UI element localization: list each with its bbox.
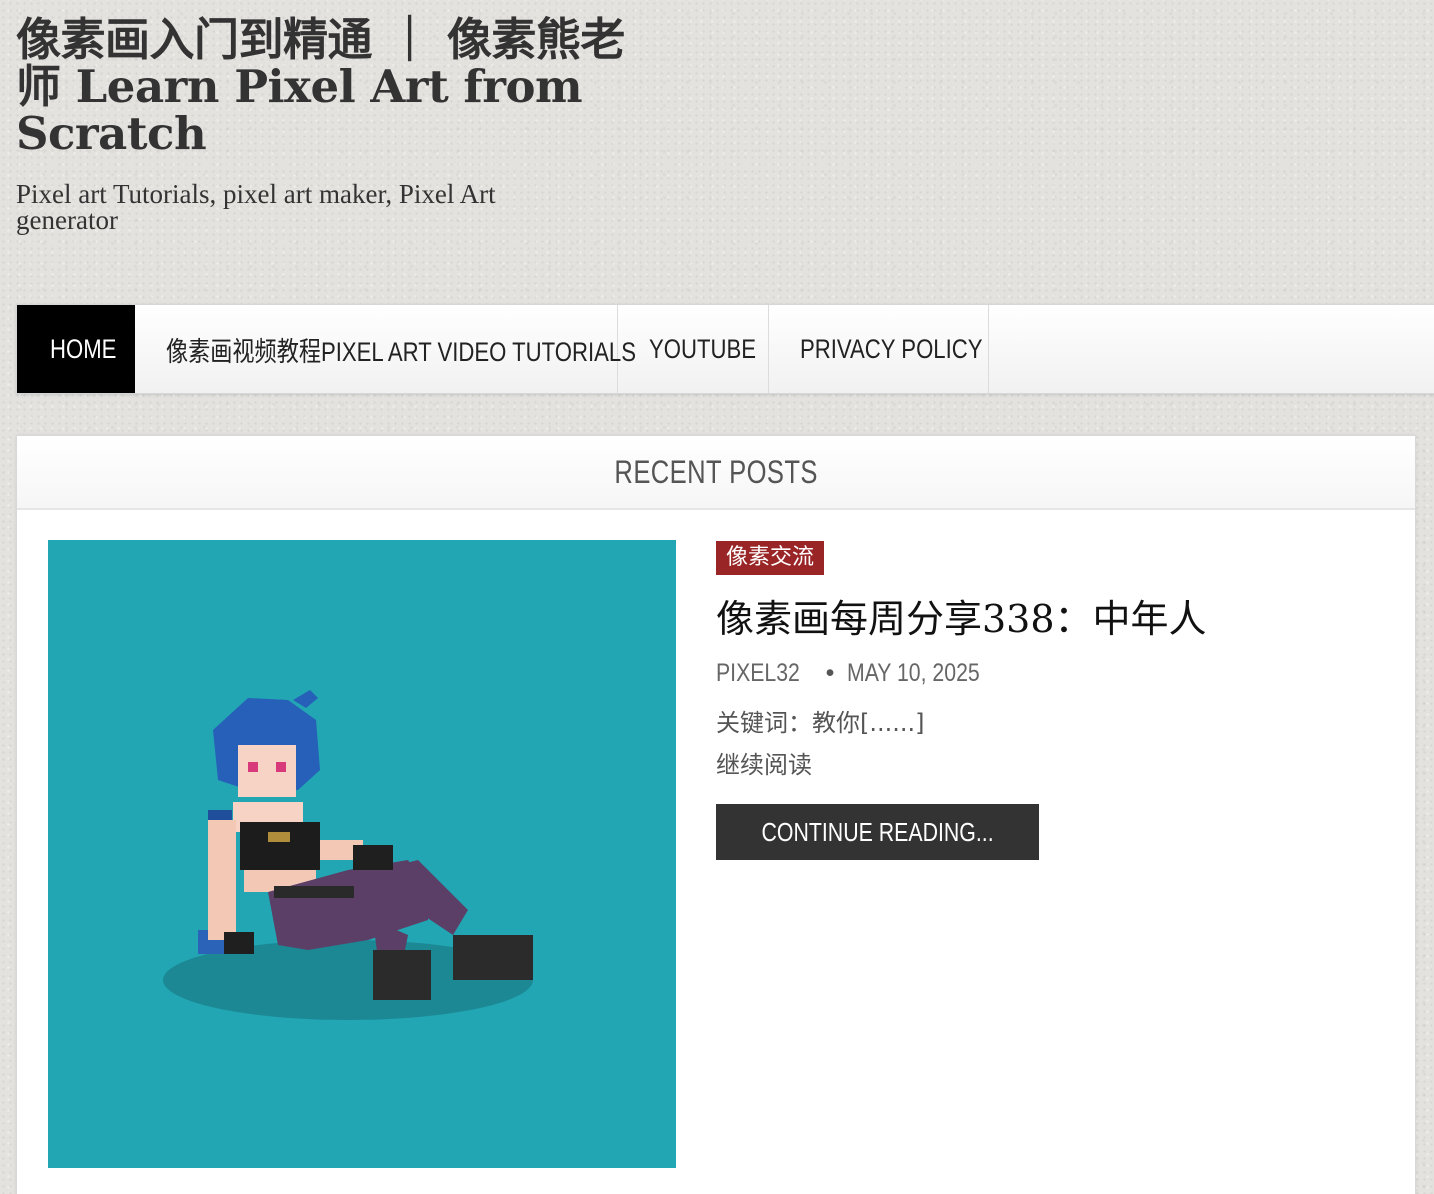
section-header: RECENT POSTS <box>17 436 1415 510</box>
site-title[interactable]: 像素画入门到精通 ｜ 像素熊老师 Learn Pixel Art from Sc… <box>16 16 636 157</box>
nav-item-privacy-policy[interactable]: PRIVACY POLICY <box>769 305 989 393</box>
excerpt-text: 关键词：教你[......] <box>716 709 925 737</box>
read-more-link[interactable]: 继续阅读 <box>716 744 1376 786</box>
nav-item-label: 像素画视频教程PIXEL ART VIDEO TUTORIALS <box>166 336 636 367</box>
section-title: RECENT POSTS <box>614 453 818 490</box>
post-date[interactable]: MAY 10, 2025 <box>847 659 980 688</box>
nav-item-youtube[interactable]: YOUTUBE <box>618 305 769 393</box>
post-excerpt: 关键词：教你[......] 继续阅读 <box>716 702 1376 786</box>
nav-item-label: HOME <box>50 333 117 364</box>
post-author[interactable]: PIXEL32 <box>716 659 800 688</box>
pixel-character-illustration <box>163 690 533 1020</box>
post-thumbnail[interactable] <box>48 540 676 1168</box>
continue-reading-label: CONTINUE READING... <box>761 817 994 847</box>
continue-reading-button[interactable]: CONTINUE READING... <box>716 804 1040 860</box>
post-meta: PIXEL32 • MAY 10, 2025 <box>716 659 1376 688</box>
nav-item-label: PRIVACY POLICY <box>800 333 983 364</box>
main-navigation: HOME 像素画视频教程PIXEL ART VIDEO TUTORIALS YO… <box>16 304 1434 394</box>
nav-item-video-tutorials[interactable]: 像素画视频教程PIXEL ART VIDEO TUTORIALS <box>135 305 636 393</box>
site-tagline: Pixel art Tutorials, pixel art maker, Pi… <box>16 179 496 235</box>
category-badge[interactable]: 像素交流 <box>716 541 825 575</box>
post-summary: 像素交流 像素画每周分享338：中年人 PIXEL32 • MAY 10, 20… <box>716 541 1376 860</box>
nav-item-home[interactable]: HOME <box>17 305 135 393</box>
recent-posts-section: RECENT POSTS 像素交流 像素画每周分享338：中年人 PIXEL32… <box>16 435 1416 1194</box>
nav-item-label: YOUTUBE <box>649 333 757 364</box>
meta-separator: • <box>825 659 835 687</box>
post-title[interactable]: 像素画每周分享338：中年人 <box>716 595 1376 643</box>
site-header: 像素画入门到精通 ｜ 像素熊老师 Learn Pixel Art from Sc… <box>16 16 636 235</box>
